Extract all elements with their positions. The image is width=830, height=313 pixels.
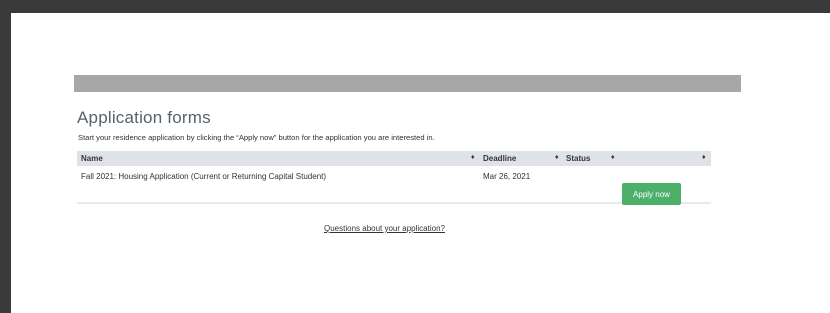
column-header-status[interactable]: Status [566,154,590,163]
column-header-deadline[interactable]: Deadline [483,154,516,163]
sort-icon[interactable]: ♦ [555,154,559,161]
questions-link[interactable]: Questions about your application? [324,224,445,233]
table-header: Name ♦ Deadline ♦ Status ♦ ♦ [77,151,711,166]
sort-icon[interactable]: ♦ [702,154,706,161]
sort-icon[interactable]: ♦ [471,154,475,161]
application-name: Fall 2021: Housing Application (Current … [81,172,327,181]
content-frame: Application forms Start your residence a… [11,13,830,313]
header-banner [74,75,741,92]
page-subtitle: Start your residence application by clic… [78,133,435,142]
sort-icon[interactable]: ♦ [611,154,615,161]
applications-table: Name ♦ Deadline ♦ Status ♦ ♦ Fall 2021: … [77,151,711,205]
apply-now-button[interactable]: Apply now [622,183,681,205]
column-header-name[interactable]: Name [81,154,103,163]
page-title: Application forms [77,108,211,127]
application-deadline: Mar 26, 2021 [483,172,531,181]
